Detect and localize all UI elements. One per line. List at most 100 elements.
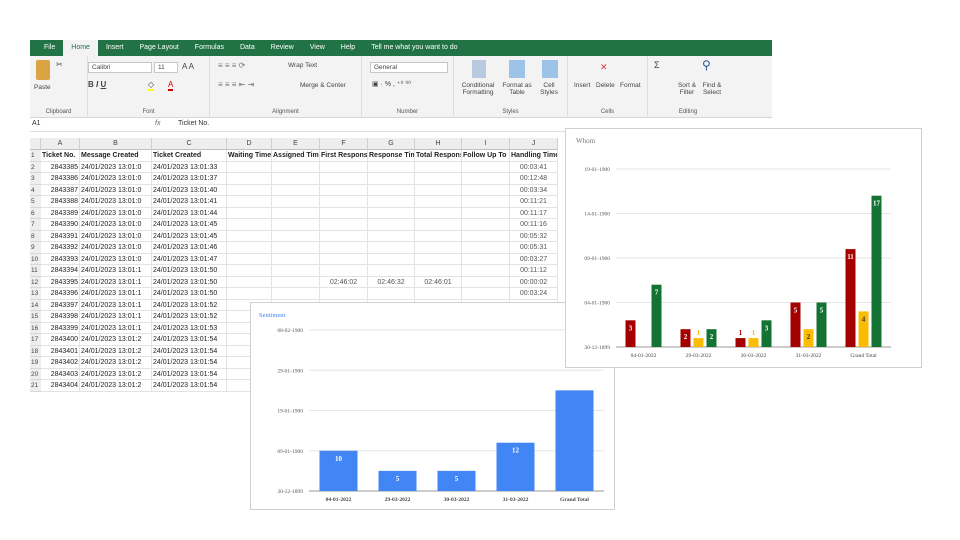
whom-chart[interactable]: Whom 30-12-1899 04-01-1900 09-01-1900 14-01-… [565, 128, 922, 368]
cell[interactable]: 2843401 [41, 345, 80, 357]
cell[interactable]: 24/01/2023 13:01:0 [80, 196, 152, 208]
tab-file[interactable]: File [36, 40, 63, 56]
align-icons[interactable]: ≡ ≡ ≡ ⟳ [218, 61, 245, 70]
tab-formulas[interactable]: Formulas [187, 40, 232, 56]
cell[interactable] [227, 265, 272, 277]
cell[interactable]: 2843389 [41, 207, 80, 219]
cell[interactable]: 24/01/2023 13:01:0 [80, 219, 152, 231]
cell[interactable] [320, 265, 368, 277]
format-as-table-button[interactable]: Format as Table [500, 82, 534, 96]
find-select-button[interactable]: Find & Select [700, 82, 724, 96]
cell[interactable]: 24/01/2023 13:01:1 [80, 299, 152, 311]
cell[interactable]: 2843399 [41, 322, 80, 334]
cell[interactable]: 2843386 [41, 173, 80, 185]
cell[interactable] [227, 207, 272, 219]
cell[interactable]: 24/01/2023 13:01:54 [152, 357, 227, 369]
cell[interactable] [462, 161, 510, 173]
cell[interactable] [415, 230, 462, 242]
cell[interactable]: 24/01/2023 13:01:0 [80, 230, 152, 242]
insert-button[interactable]: Insert [574, 82, 590, 89]
cell[interactable] [227, 184, 272, 196]
tell-me-search[interactable]: Tell me what you want to do [363, 40, 465, 56]
cell[interactable]: 24/01/2023 13:01:52 [152, 311, 227, 323]
cell[interactable] [320, 253, 368, 265]
cell[interactable]: 24/01/2023 13:01:0 [80, 161, 152, 173]
cell[interactable] [272, 207, 320, 219]
cell[interactable]: 24/01/2023 13:01:37 [152, 173, 227, 185]
cut-icon[interactable]: ✂ [56, 60, 63, 69]
cell[interactable]: 2843396 [41, 288, 80, 300]
cell[interactable] [462, 207, 510, 219]
cell[interactable] [368, 230, 415, 242]
cell[interactable] [415, 173, 462, 185]
column-header-D[interactable]: D [227, 138, 272, 150]
cell[interactable] [320, 196, 368, 208]
column-title[interactable]: Ticket No. [41, 150, 80, 162]
column-header-F[interactable]: F [320, 138, 368, 150]
cell[interactable] [272, 265, 320, 277]
cell[interactable]: 2843387 [41, 184, 80, 196]
cell[interactable] [462, 276, 510, 288]
cell[interactable]: 24/01/2023 13:01:53 [152, 322, 227, 334]
cell[interactable] [320, 242, 368, 254]
cell[interactable] [320, 161, 368, 173]
column-title[interactable]: Total Response [415, 150, 462, 162]
column-header-C[interactable]: C [152, 138, 227, 150]
wrap-text-button[interactable]: Wrap Text [288, 62, 317, 69]
cell[interactable] [320, 288, 368, 300]
cell[interactable]: 2843397 [41, 299, 80, 311]
cell[interactable] [272, 161, 320, 173]
number-format-icons[interactable]: ▣ · % , ⁺⁰ ⁰⁰ [372, 80, 411, 88]
cell[interactable] [462, 253, 510, 265]
select-all-corner[interactable] [30, 138, 41, 150]
cell[interactable]: 00:03:34 [510, 184, 558, 196]
row-header[interactable]: 1 [30, 150, 41, 162]
bold-button[interactable]: B I U [88, 80, 106, 89]
tab-insert[interactable]: Insert [98, 40, 132, 56]
cell[interactable] [368, 219, 415, 231]
row-header[interactable]: 8 [30, 230, 41, 242]
cell[interactable] [415, 242, 462, 254]
cell[interactable]: 24/01/2023 13:01:40 [152, 184, 227, 196]
cell[interactable]: 24/01/2023 13:01:0 [80, 253, 152, 265]
row-header[interactable]: 19 [30, 357, 41, 369]
cell[interactable]: 2843390 [41, 219, 80, 231]
bar[interactable] [693, 338, 704, 347]
cell[interactable] [368, 207, 415, 219]
delete-button[interactable]: Delete [596, 82, 615, 89]
cell[interactable] [415, 184, 462, 196]
cell[interactable]: 24/01/2023 13:01:41 [152, 196, 227, 208]
cell[interactable]: 24/01/2023 13:01:52 [152, 299, 227, 311]
row-header[interactable]: 4 [30, 184, 41, 196]
cell[interactable] [320, 230, 368, 242]
cell[interactable]: 24/01/2023 13:01:2 [80, 334, 152, 346]
cell[interactable] [462, 230, 510, 242]
cell[interactable]: 2843395 [41, 276, 80, 288]
row-header[interactable]: 12 [30, 276, 41, 288]
cell[interactable]: 24/01/2023 13:01:50 [152, 288, 227, 300]
cell[interactable] [272, 196, 320, 208]
cell[interactable] [272, 288, 320, 300]
cell[interactable]: 24/01/2023 13:01:1 [80, 265, 152, 277]
column-title[interactable]: Handling Time [510, 150, 558, 162]
cell[interactable] [272, 276, 320, 288]
column-title[interactable]: Waiting Time [227, 150, 272, 162]
cell[interactable] [368, 288, 415, 300]
cell[interactable]: 24/01/2023 13:01:0 [80, 207, 152, 219]
cell-styles-button[interactable]: Cell Styles [536, 82, 562, 96]
cell[interactable] [368, 184, 415, 196]
column-header-H[interactable]: H [415, 138, 462, 150]
bar[interactable] [845, 249, 856, 347]
cell[interactable]: 00:11:16 [510, 219, 558, 231]
column-title[interactable]: Message Created [80, 150, 152, 162]
font-name-select[interactable]: Calibri [88, 62, 152, 73]
cell[interactable] [227, 288, 272, 300]
row-header[interactable]: 9 [30, 242, 41, 254]
paste-button[interactable]: Paste [34, 84, 51, 91]
cell[interactable]: 24/01/2023 13:01:33 [152, 161, 227, 173]
cell[interactable] [227, 219, 272, 231]
cell[interactable] [415, 265, 462, 277]
formula-input[interactable]: Ticket No. [178, 120, 209, 127]
cell[interactable]: 24/01/2023 13:01:44 [152, 207, 227, 219]
cell[interactable] [368, 173, 415, 185]
